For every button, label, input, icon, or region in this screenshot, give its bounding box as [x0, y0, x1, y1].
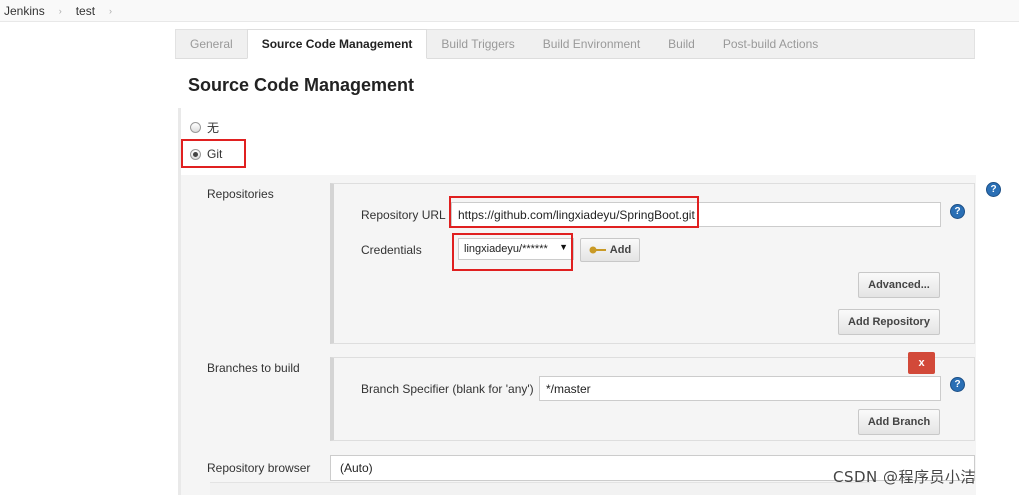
repository-browser-label: Repository browser [207, 461, 311, 475]
repository-browser-value: (Auto) [340, 461, 373, 475]
branch-specifier-value: */master [546, 381, 591, 396]
watermark: CSDN @程序员小洁 [833, 468, 977, 486]
breadcrumb-separator-icon[interactable]: › [109, 6, 112, 16]
tab-general[interactable]: General [176, 29, 247, 58]
branch-specifier-label: Branch Specifier (blank for 'any') [361, 382, 534, 396]
branch-specifier-input[interactable]: */master [539, 376, 941, 401]
highlight-box-git [181, 139, 246, 168]
bottom-strip [210, 482, 870, 495]
section-title: Source Code Management [188, 75, 415, 95]
help-icon-git[interactable]: ? [986, 182, 1001, 197]
tab-source-code-management[interactable]: Source Code Management [246, 29, 428, 59]
scm-option-none-label: 无 [207, 121, 220, 135]
advanced-button[interactable]: Advanced... [858, 272, 940, 298]
highlight-box-credentials [452, 233, 573, 271]
tab-build[interactable]: Build [654, 29, 709, 58]
add-credentials-button[interactable]: Add [580, 238, 640, 262]
radio-button-none[interactable] [190, 122, 201, 133]
branches-label: Branches to build [207, 361, 300, 375]
add-repository-button[interactable]: Add Repository [838, 309, 940, 335]
breadcrumb-item-jenkins[interactable]: Jenkins [4, 4, 45, 18]
key-icon [589, 246, 606, 254]
delete-branch-button[interactable]: x [908, 352, 935, 374]
config-tabs: General Source Code Management Build Tri… [175, 29, 975, 59]
tab-post-build-actions[interactable]: Post-build Actions [709, 29, 832, 58]
credentials-label: Credentials [361, 243, 422, 257]
breadcrumb: Jenkins › test › [0, 0, 1019, 22]
add-branch-button[interactable]: Add Branch [858, 409, 940, 435]
repository-url-label: Repository URL [361, 208, 446, 222]
add-credentials-label: Add [609, 244, 632, 256]
help-icon-branch[interactable]: ? [950, 377, 965, 392]
tab-build-environment[interactable]: Build Environment [529, 29, 654, 58]
help-icon-url[interactable]: ? [950, 204, 965, 219]
scm-option-none[interactable]: 无 [190, 119, 219, 136]
breadcrumb-item-test[interactable]: test [76, 4, 95, 18]
tab-build-triggers[interactable]: Build Triggers [427, 29, 528, 58]
highlight-box-url [449, 196, 699, 228]
repositories-label: Repositories [207, 187, 274, 201]
breadcrumb-separator-icon: › [58, 5, 62, 16]
